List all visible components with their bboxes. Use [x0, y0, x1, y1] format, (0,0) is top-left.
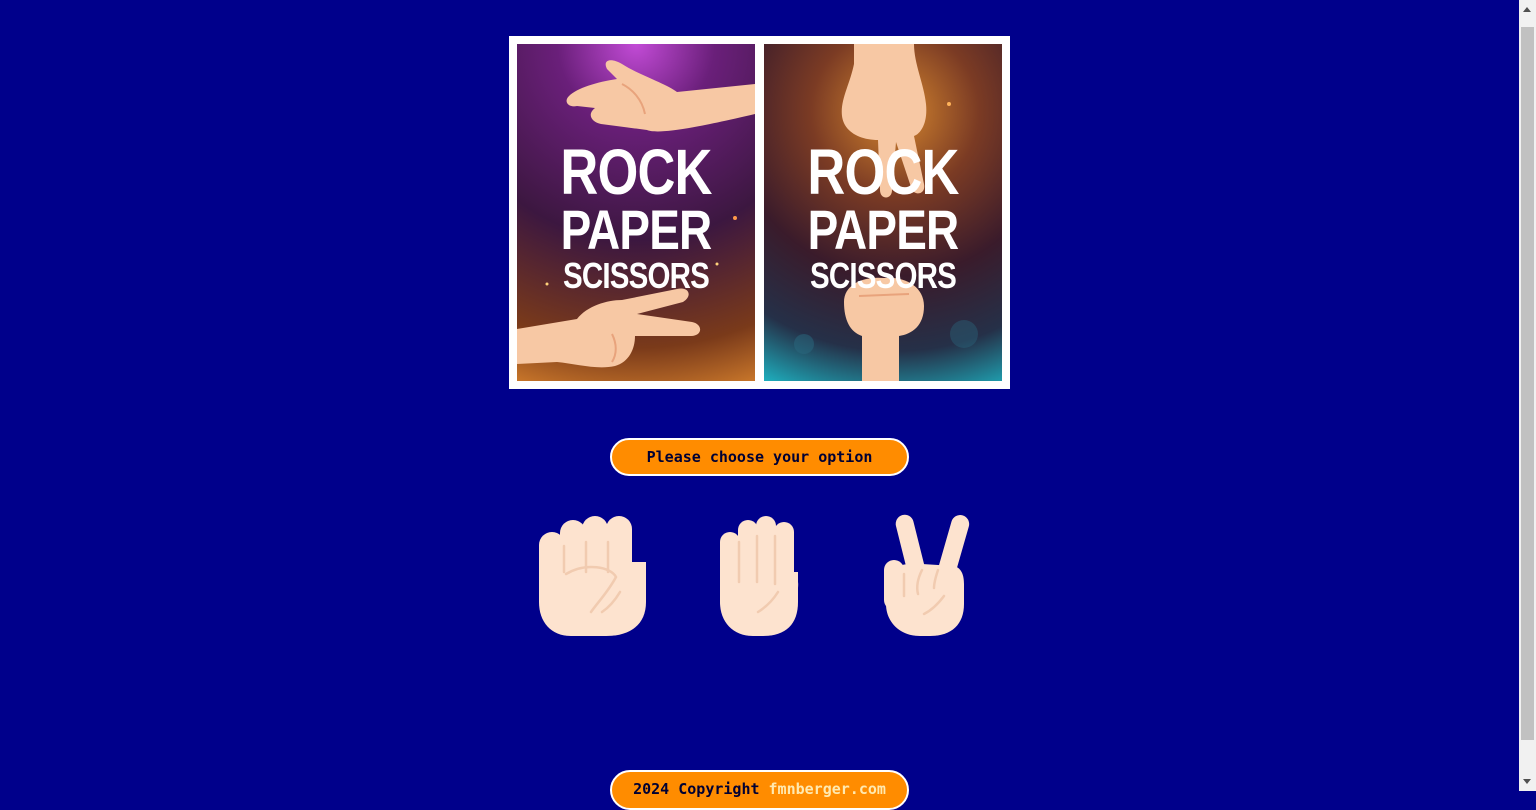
- poster-title-scissors: SCISSORS: [562, 255, 710, 297]
- scroll-down-arrow-icon[interactable]: [1523, 779, 1531, 784]
- scroll-up-arrow-icon[interactable]: [1523, 7, 1531, 12]
- poster-panel-left: ROCK PAPER SCISSORS: [517, 44, 755, 381]
- poster-title-scissors: SCISSORS: [809, 255, 957, 297]
- copyright-text: 2024 Copyright: [633, 780, 760, 798]
- vertical-scrollbar[interactable]: [1519, 0, 1536, 791]
- raised-hand-icon: [720, 516, 799, 636]
- choose-option-banner: Please choose your option: [610, 438, 909, 476]
- poster-title-paper: PAPER: [807, 198, 960, 262]
- poster-title-rock: ROCK: [807, 136, 959, 208]
- poster-title-paper: PAPER: [560, 198, 713, 262]
- rock-choice-button[interactable]: [536, 512, 648, 640]
- copyright-link[interactable]: fmnberger.com: [769, 780, 886, 798]
- poster-panel-right: ROCK PAPER SCISSORS: [764, 44, 1002, 381]
- victory-hand-icon: [884, 514, 970, 636]
- scrollbar-thumb[interactable]: [1521, 27, 1534, 740]
- game-page: ROCK PAPER SCISSORS ROCK PAPER SCISSORS: [0, 0, 1519, 810]
- paper-choice-button[interactable]: [718, 512, 802, 640]
- copyright-footer: 2024 Copyright fmnberger.com: [610, 770, 909, 810]
- raised-fist-icon: [539, 516, 646, 636]
- rock-paper-scissors-poster: ROCK PAPER SCISSORS ROCK PAPER SCISSORS: [509, 36, 1010, 389]
- scissors-choice-button[interactable]: [882, 512, 972, 640]
- poster-title-rock: ROCK: [560, 136, 712, 208]
